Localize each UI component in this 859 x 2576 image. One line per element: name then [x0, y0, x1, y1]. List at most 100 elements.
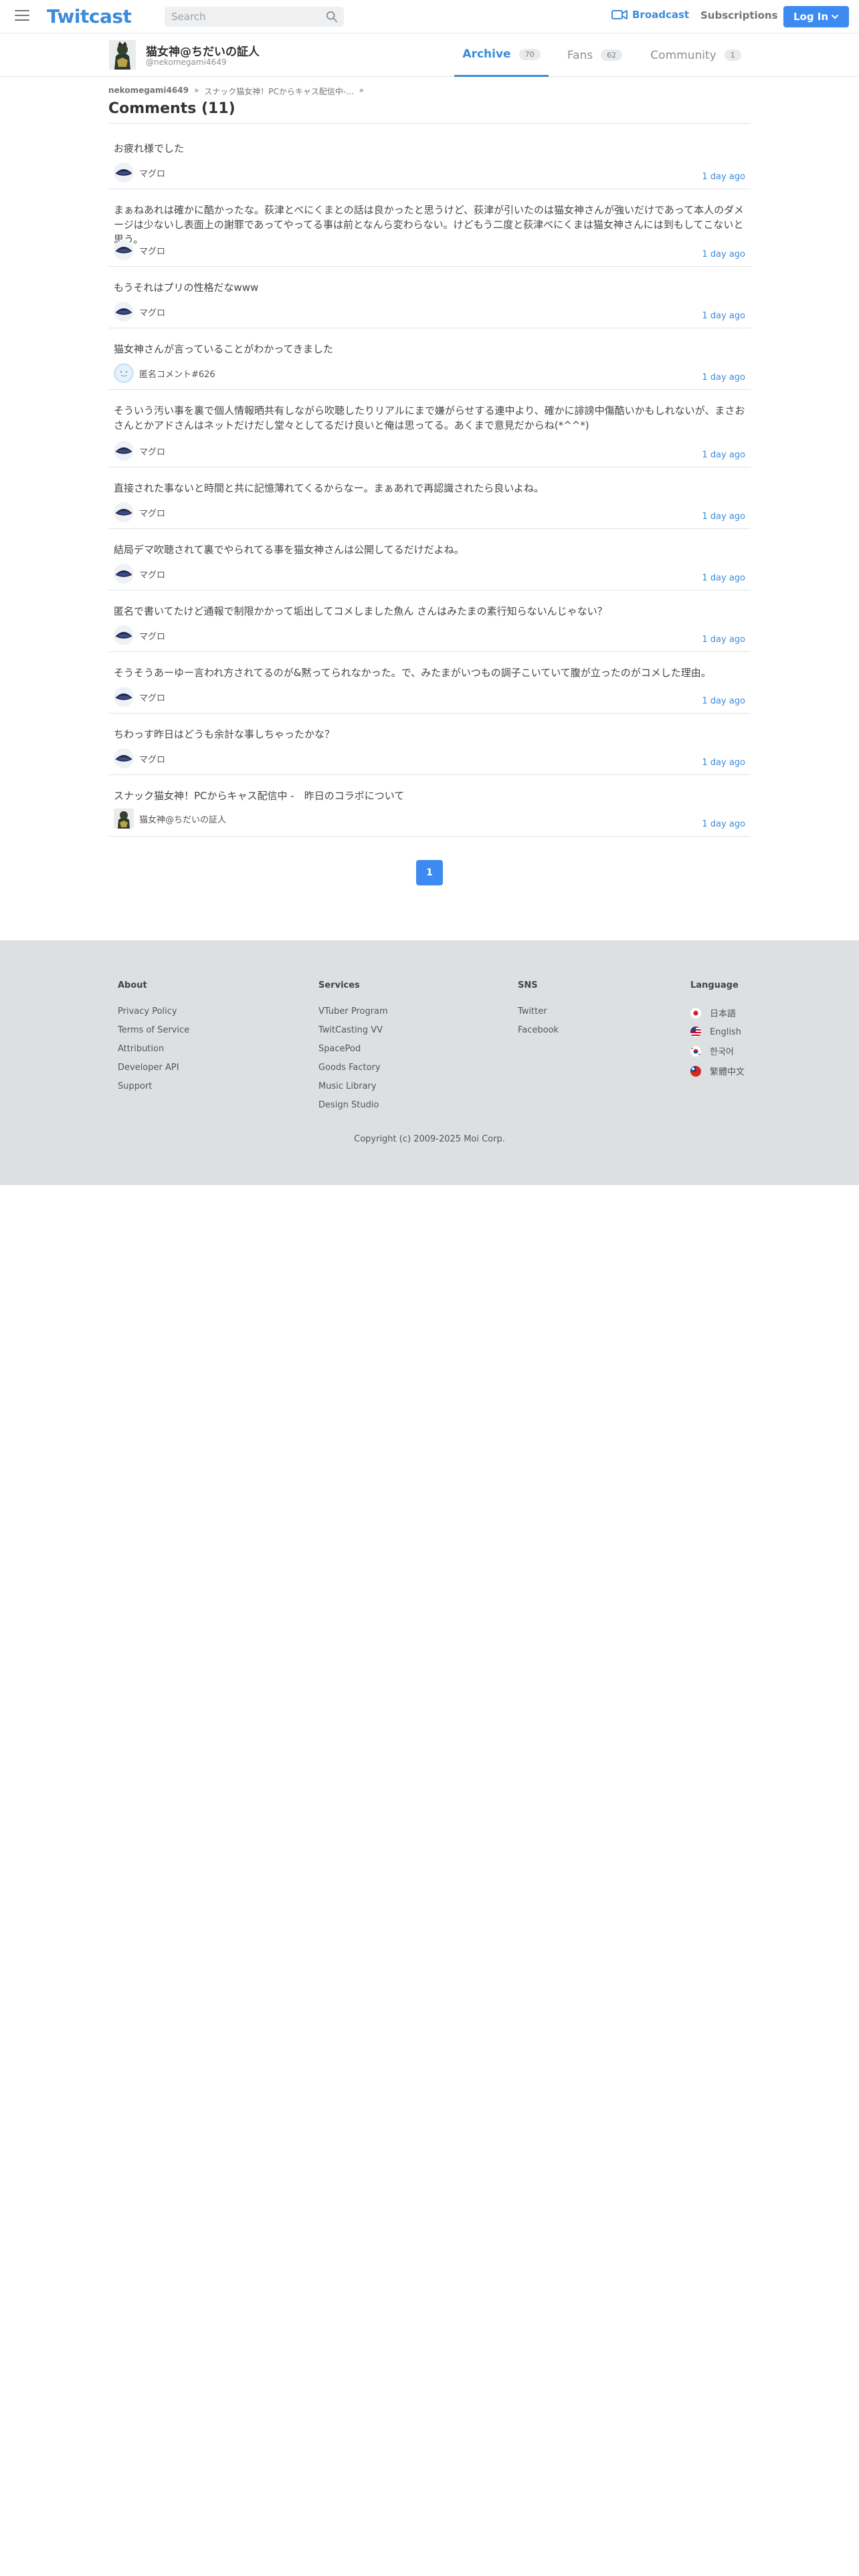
- comment-text: 直接された事ないと時間と共に記憶薄れてくるからなー。まぁあれで再認識されたら良い…: [114, 482, 544, 494]
- menu-icon[interactable]: [15, 10, 29, 22]
- comment-author[interactable]: マグロ: [114, 687, 165, 707]
- search-box[interactable]: [165, 7, 344, 27]
- footer: About Privacy Policy Terms of Service At…: [0, 940, 859, 1185]
- comment-time[interactable]: 1 day ago: [702, 450, 745, 460]
- language-label: 한국어: [710, 1047, 734, 1057]
- subscriptions-link[interactable]: Subscriptions: [700, 9, 778, 21]
- comment-time[interactable]: 1 day ago: [702, 758, 745, 768]
- comment-item: 匿名で書いてたけど通報で制限かかって垢出してコメしました魚ん さんはみたまの素行…: [108, 591, 751, 652]
- login-label: Log In: [793, 11, 829, 23]
- terms-of-service-link[interactable]: Terms of Service: [118, 1025, 189, 1035]
- breadcrumb: nekomegami4649 » スナック猫女神！PCからキャス配信中-... …: [108, 86, 364, 97]
- language-option-korean[interactable]: 한국어: [690, 1045, 745, 1057]
- comment-item: スナック猫女神！PCからキャス配信中 - 昨日のコラボについて 猫女神@ちだいの…: [108, 775, 751, 837]
- twitcasting-vv-link[interactable]: TwitCasting VV: [318, 1025, 388, 1035]
- comment-author-name: マグロ: [139, 693, 166, 704]
- broadcast-button[interactable]: Broadcast: [611, 9, 689, 21]
- comment-author[interactable]: マグロ: [114, 625, 165, 645]
- comment-text: まぁねあれは確かに酷かったな。荻津とべにくまとの話は良かったと思うけど、荻津が引…: [114, 204, 744, 245]
- tab-fans[interactable]: Fans 62: [558, 33, 632, 77]
- comment-author-name: マグロ: [139, 754, 166, 765]
- comment-time[interactable]: 1 day ago: [702, 311, 745, 321]
- comment-item: ちわっす昨日はどうも余計な事しちゃったかな？ マグロ 1 day ago: [108, 714, 751, 775]
- anonymous-avatar-icon: [114, 363, 134, 383]
- comment-author[interactable]: 猫女神@ちだいの証人: [114, 809, 226, 829]
- tab-archive[interactable]: Archive 70: [454, 33, 549, 77]
- search-icon[interactable]: [326, 11, 338, 23]
- comment-item: 猫女神さんが言っていることがわかってきました 匿名コメント#626 1 day …: [108, 328, 751, 390]
- comment-time[interactable]: 1 day ago: [702, 249, 745, 259]
- vtuber-program-link[interactable]: VTuber Program: [318, 1006, 388, 1016]
- tab-label: Archive: [462, 47, 511, 61]
- top-navigation-bar: Twitcast Broadcast Subscriptions Log In: [0, 0, 859, 33]
- taiwan-flag-icon: [690, 1065, 701, 1077]
- design-studio-link[interactable]: Design Studio: [318, 1100, 388, 1110]
- comment-time[interactable]: 1 day ago: [702, 372, 745, 383]
- footer-services-column: Services VTuber Program TwitCasting VV S…: [318, 980, 388, 1119]
- comment-time[interactable]: 1 day ago: [702, 573, 745, 583]
- comment-author[interactable]: マグロ: [114, 240, 165, 260]
- comment-text: 匿名で書いてたけど通報で制限かかって垢出してコメしました魚ん さんはみたまの素行…: [114, 605, 607, 617]
- comment-item: 直接された事ないと時間と共に記憶薄れてくるからなー。まぁあれで再認識されたら良い…: [108, 467, 751, 529]
- comment-time[interactable]: 1 day ago: [702, 172, 745, 182]
- comment-item: そうそうあーゆー言われ方されてるのが&黙ってられなかった。で、みたまがいつもの調…: [108, 652, 751, 714]
- language-option-english[interactable]: English: [690, 1027, 745, 1037]
- comment-author-name: 匿名コメント#626: [139, 369, 215, 380]
- tab-community[interactable]: Community 1: [645, 33, 747, 77]
- eye-avatar-icon: [114, 302, 134, 322]
- footer-heading: Services: [318, 980, 360, 990]
- breadcrumb-separator: »: [359, 86, 365, 95]
- goods-factory-link[interactable]: Goods Factory: [318, 1063, 388, 1073]
- comment-author[interactable]: マグロ: [114, 564, 165, 584]
- footer-heading: Language: [690, 980, 739, 990]
- tab-label: Community: [650, 48, 717, 62]
- eye-avatar-icon: [114, 564, 134, 584]
- comment-author[interactable]: マグロ: [114, 441, 165, 461]
- comment-text: 結局デマ吹聴されて裏でやられてる事を猫女神さんは公開してるだけだよね。: [114, 544, 464, 556]
- comment-text: スナック猫女神！PCからキャス配信中 - 昨日のコラボについて: [114, 790, 405, 802]
- comment-author[interactable]: 匿名コメント#626: [114, 363, 215, 383]
- comment-author[interactable]: マグロ: [114, 163, 165, 183]
- pagination-page-1[interactable]: 1: [416, 860, 443, 885]
- comment-list: お疲れ様でした マグロ 1 day ago まぁねあれは確かに酷かったな。荻津と…: [108, 128, 751, 837]
- comment-author[interactable]: マグロ: [114, 502, 165, 522]
- developer-api-link[interactable]: Developer API: [118, 1063, 189, 1073]
- comment-author-name: マグロ: [139, 570, 166, 580]
- twitter-link[interactable]: Twitter: [518, 1006, 559, 1016]
- breadcrumb-user-link[interactable]: nekomegami4649: [108, 86, 189, 97]
- breadcrumb-movie-link[interactable]: スナック猫女神！PCからキャス配信中-...: [204, 86, 353, 97]
- copyright-text: Copyright (c) 2009-2025 Moi Corp.: [354, 1134, 505, 1144]
- language-option-traditional-chinese[interactable]: 繁體中文: [690, 1065, 745, 1077]
- profile-name[interactable]: 猫女神@ちだいの証人: [146, 42, 260, 59]
- language-option-japanese[interactable]: 日本語: [690, 1006, 745, 1019]
- privacy-policy-link[interactable]: Privacy Policy: [118, 1006, 189, 1016]
- comment-time[interactable]: 1 day ago: [702, 512, 745, 522]
- login-button[interactable]: Log In: [783, 6, 849, 27]
- footer-heading: SNS: [518, 980, 538, 990]
- support-link[interactable]: Support: [118, 1081, 189, 1091]
- twitcast-logo[interactable]: Twitcast: [47, 5, 132, 27]
- comment-author-name: マグロ: [139, 631, 166, 642]
- attribution-link[interactable]: Attribution: [118, 1044, 189, 1054]
- divider: [108, 123, 751, 124]
- comment-item: そういう汚い事を裏で個人情報晒共有しながら吹聴したりリアルにまで嫌がらせする連中…: [108, 390, 751, 467]
- search-input[interactable]: [165, 7, 312, 27]
- profile-avatar[interactable]: [109, 40, 136, 70]
- eye-avatar-icon: [114, 441, 134, 461]
- comment-text: そういう汚い事を裏で個人情報晒共有しながら吹聴したりリアルにまで嫌がらせする連中…: [114, 405, 745, 431]
- owner-avatar-icon: [114, 809, 134, 829]
- comment-time[interactable]: 1 day ago: [702, 635, 745, 645]
- spacepod-link[interactable]: SpacePod: [318, 1044, 388, 1054]
- japan-flag-icon: [690, 1007, 701, 1018]
- music-library-link[interactable]: Music Library: [318, 1081, 388, 1091]
- page-title: Comments (11): [108, 100, 235, 117]
- comment-author[interactable]: マグロ: [114, 302, 165, 322]
- footer-sns-column: SNS Twitter Facebook: [518, 980, 559, 1044]
- comment-author[interactable]: マグロ: [114, 748, 165, 768]
- footer-language-column: Language 日本語 English 한국어 繁體中文: [690, 980, 745, 1085]
- comment-item: 結局デマ吹聴されて裏でやられてる事を猫女神さんは公開してるだけだよね。 マグロ …: [108, 529, 751, 591]
- comment-time[interactable]: 1 day ago: [702, 696, 745, 706]
- comment-time[interactable]: 1 day ago: [702, 819, 745, 829]
- comment-author-name: マグロ: [139, 308, 166, 318]
- facebook-link[interactable]: Facebook: [518, 1025, 559, 1035]
